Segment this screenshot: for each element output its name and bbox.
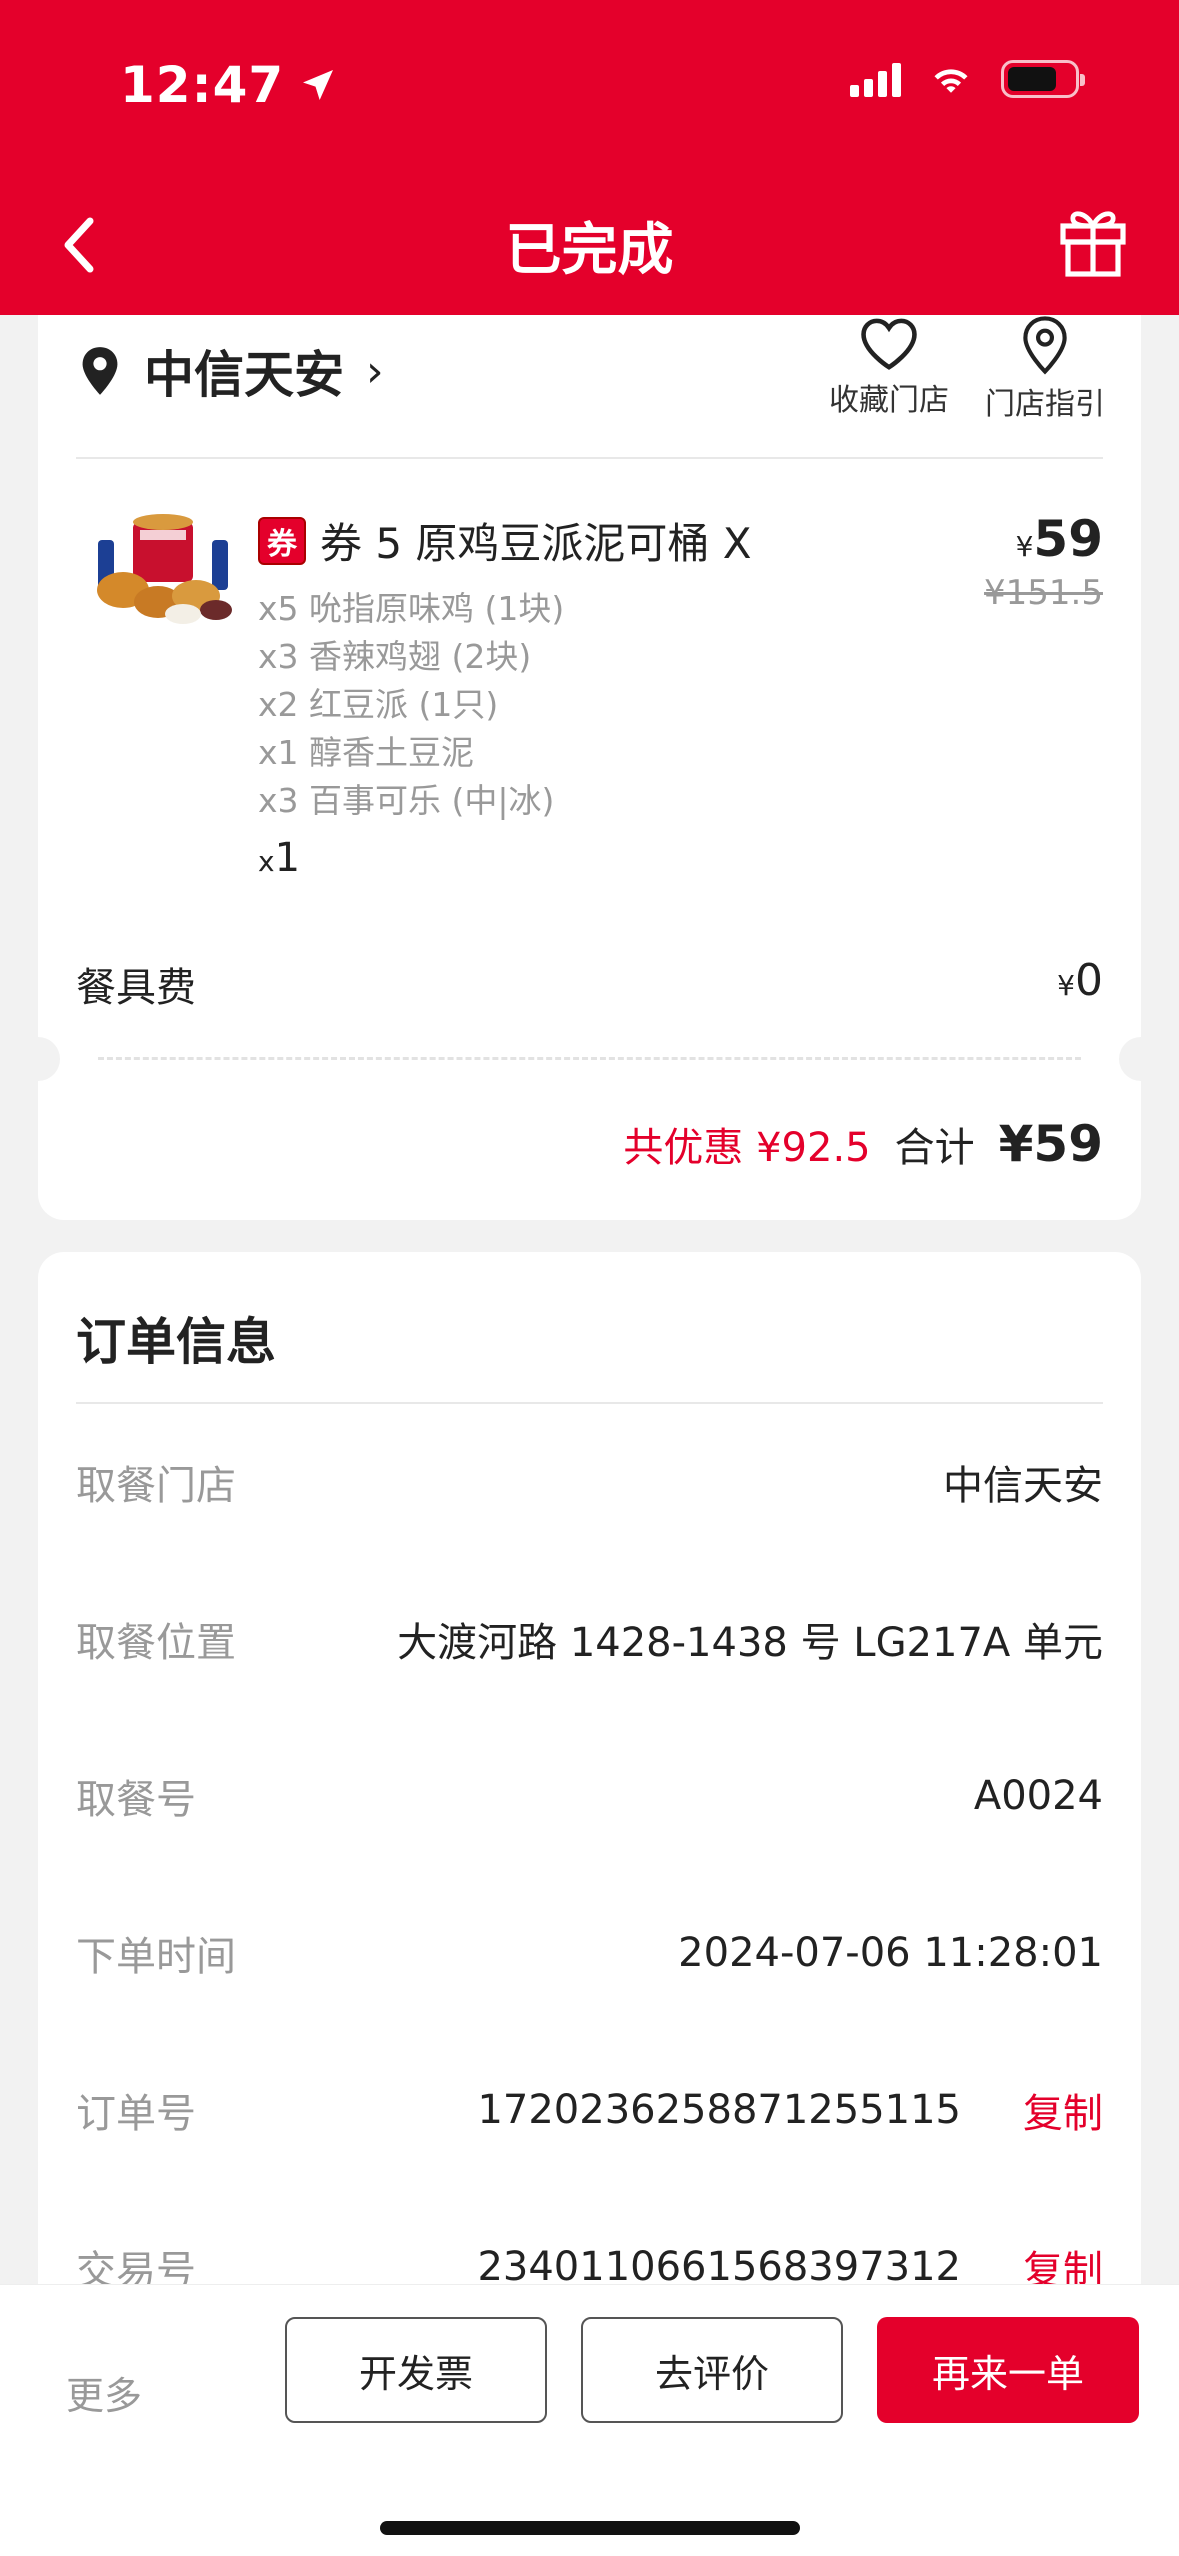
gift-icon [1060,211,1126,277]
header: 12:47 已完成 [0,0,1179,315]
product-title: 券 5 原鸡豆派泥可桶 X [320,519,752,568]
component-item: x2 红豆派 (1只) [258,685,499,724]
bottom-action-bar: 更多 开发票 去评价 再来一单 [0,2284,1179,2556]
info-label: 取餐号 [76,1777,196,1823]
product-quantity: x1 [258,835,300,881]
currency-symbol: ¥ [1057,969,1075,1002]
divider [76,457,1103,459]
review-button[interactable]: 去评价 [581,2317,843,2423]
order-info-card: 订单信息 取餐门店 中信天安 取餐位置 大渡河路 1428-1438 号 LG2… [38,1252,1141,2362]
heart-icon [861,318,917,370]
info-label: 取餐门店 [76,1463,236,1509]
product-components: x5 吮指原味鸡 (1块) x3 香辣鸡翅 (2块) x2 红豆派 (1只) x… [258,585,564,825]
divider [76,1402,1103,1404]
info-value: 大渡河路 1428-1438 号 LG217A 单元 [397,1620,1103,1666]
store-actions: 收藏门店 门店指引 [829,315,1105,423]
home-indicator [380,2521,800,2535]
info-value: 1720236258871255115 [477,2087,961,2133]
ticket-notch-left [16,1037,60,1081]
invoice-button[interactable]: 开发票 [285,2317,547,2423]
cellular-signal-icon [850,61,901,97]
store-name: 中信天安 [144,346,344,404]
battery-icon [1001,60,1085,98]
store-directions-button[interactable]: 门店指引 [985,315,1105,423]
currency-symbol: ¥ [1015,530,1034,563]
info-label: 下单时间 [76,1934,236,1980]
store-directions-label: 门店指引 [985,387,1105,422]
info-value: 2024-07-06 11:28:01 [678,1930,1103,1976]
original-price: ¥151.5 [984,573,1103,613]
total-label: 合计 [894,1125,975,1171]
tableware-fee-value: ¥0 [1057,955,1103,1006]
location-arrow-icon [303,70,334,100]
store-link[interactable]: 中信天安 › [78,335,384,407]
reorder-button[interactable]: 再来一单 [877,2317,1139,2423]
info-row-order-number: 订单号 1720236258871255115 复制 [76,2080,1103,2140]
location-pin-icon [82,347,118,395]
order-info-title: 订单信息 [76,1313,276,1371]
order-totals: 共优惠 ¥92.5 合计 ¥59 [623,1115,1103,1173]
ticket-notch-right [1119,1037,1163,1081]
info-row-pickup-number: 取餐号 A0024 [76,1766,1103,1826]
info-label: 订单号 [76,2091,196,2137]
price-value: 59 [1033,510,1103,568]
total-discount: 共优惠 ¥92.5 [623,1125,871,1171]
dashed-divider [98,1057,1081,1060]
page-title: 已完成 [505,218,674,283]
copy-order-number-button[interactable]: 复制 [1023,2081,1103,2139]
component-item: x3 香辣鸡翅 (2块) [258,637,532,676]
status-bar-time: 12:47 [120,56,338,114]
component-item: x1 醇香土豆泥 [258,733,475,772]
info-value: 中信天安 [943,1463,1103,1509]
qty-prefix: x [258,845,275,878]
product-title-row: 券 券 5 原鸡豆派泥可桶 X [258,510,752,571]
status-icons [850,60,1085,98]
more-button[interactable]: 更多 [66,2365,142,2420]
favorite-store-button[interactable]: 收藏门店 [829,315,949,423]
product-price: ¥59 [1016,510,1103,568]
favorite-store-label: 收藏门店 [829,383,949,418]
info-row-store: 取餐门店 中信天安 [76,1452,1103,1512]
info-row-location: 取餐位置 大渡河路 1428-1438 号 LG217A 单元 [76,1609,1103,1669]
component-item: x3 百事可乐 (中|冰) [258,781,555,820]
map-pin-icon [1023,316,1067,375]
chevron-right-icon: › [366,345,384,397]
total-value: ¥59 [998,1115,1103,1173]
info-row-order-time: 下单时间 2024-07-06 11:28:01 [76,1923,1103,1983]
fee-amount: 0 [1075,955,1103,1006]
qty-value: 1 [274,835,301,881]
order-summary-card: 中信天安 › 收藏门店 门店指引 券 券 5 原鸡豆派泥可桶 X ¥59 ¥15… [16,315,1163,1220]
tableware-fee-label: 餐具费 [76,965,196,1011]
coupon-badge: 券 [258,516,306,565]
info-value: A0024 [973,1773,1103,1819]
clock-text: 12:47 [120,56,285,114]
product-image [97,514,232,624]
gift-button[interactable] [1057,200,1129,284]
info-label: 取餐位置 [76,1620,236,1666]
component-item: x5 吮指原味鸡 (1块) [258,589,565,628]
wifi-icon [934,69,968,93]
